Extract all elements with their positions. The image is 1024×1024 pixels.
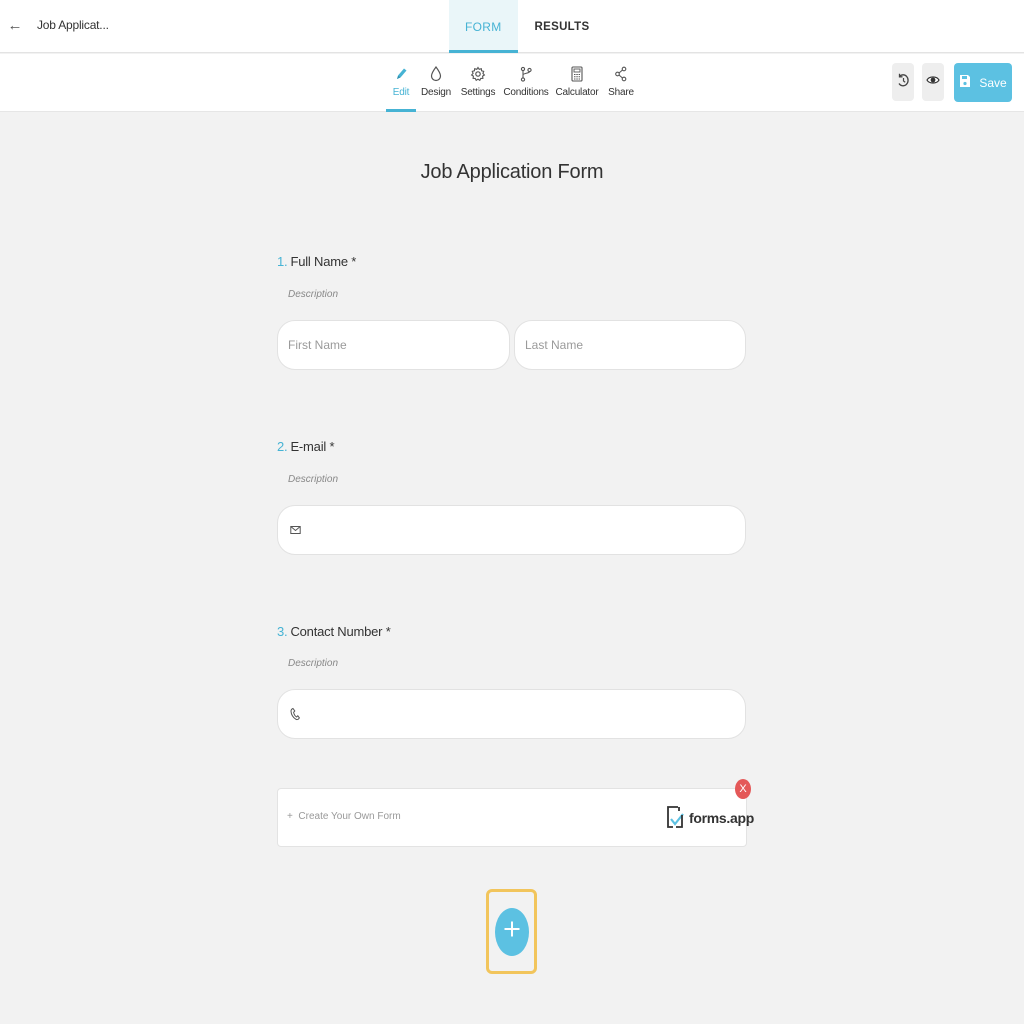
floppy-disk-icon xyxy=(959,74,971,91)
form-title[interactable]: Job Application Form xyxy=(0,161,1024,184)
tool-label: Share xyxy=(608,87,634,98)
question-number: 1. xyxy=(277,254,288,269)
question-description[interactable]: Description xyxy=(288,474,338,485)
question-description[interactable]: Description xyxy=(288,658,338,669)
gear-icon xyxy=(468,64,488,84)
tool-settings[interactable]: Settings xyxy=(456,54,500,112)
back-arrow-icon[interactable]: ← xyxy=(6,15,24,37)
share-icon xyxy=(611,64,631,84)
first-name-input[interactable] xyxy=(288,338,509,352)
calculator-icon xyxy=(567,64,587,84)
eye-icon xyxy=(926,73,940,91)
preview-button[interactable] xyxy=(922,63,944,101)
save-button[interactable]: Save xyxy=(954,63,1012,102)
pencil-icon xyxy=(391,64,411,84)
create-form-link[interactable]: + Create Your Own Form xyxy=(287,811,401,822)
plus-icon: + xyxy=(287,811,293,822)
tool-label: Conditions xyxy=(503,87,549,98)
last-name-input[interactable] xyxy=(525,338,745,352)
last-name-field xyxy=(514,320,746,370)
envelope-icon xyxy=(288,523,302,537)
create-form-label: Create Your Own Form xyxy=(298,811,401,822)
history-icon xyxy=(896,72,910,93)
tool-edit[interactable]: Edit xyxy=(386,54,416,112)
plus-icon xyxy=(503,920,521,943)
branch-icon xyxy=(516,64,536,84)
tool-list: Edit Design Settings Conditions Calculat… xyxy=(386,54,640,112)
email-input[interactable] xyxy=(308,523,745,537)
main-tabs: FORM RESULTS xyxy=(449,0,606,53)
form-title-breadcrumb[interactable]: Job Applicat... xyxy=(37,18,109,32)
question-label-contact-number[interactable]: 3. Contact Number * xyxy=(277,624,391,639)
question-description[interactable]: Description xyxy=(288,289,338,300)
forms-app-logo[interactable]: forms.app xyxy=(665,805,754,831)
add-question-button[interactable] xyxy=(494,907,529,956)
forms-app-logo-icon xyxy=(667,806,684,828)
question-label-email[interactable]: 2. E-mail * xyxy=(277,439,335,454)
phone-input[interactable] xyxy=(308,707,745,721)
history-button[interactable] xyxy=(892,63,914,101)
email-field xyxy=(277,505,746,555)
promo-banner: + Create Your Own Form forms.app xyxy=(277,788,754,847)
tool-conditions[interactable]: Conditions xyxy=(500,54,552,112)
phone-field xyxy=(277,689,746,739)
tab-results[interactable]: RESULTS xyxy=(518,0,607,53)
question-text: Contact Number * xyxy=(290,624,391,639)
question-label-full-name[interactable]: 1. Full Name * xyxy=(277,254,356,269)
close-icon: X xyxy=(739,783,747,795)
first-name-field xyxy=(277,320,510,370)
close-promo-button[interactable]: X xyxy=(735,779,751,799)
save-label: Save xyxy=(979,75,1007,90)
tool-calculator[interactable]: Calculator xyxy=(552,54,602,112)
add-question-highlight xyxy=(486,889,537,974)
phone-icon xyxy=(288,707,302,721)
editor-toolbar: Edit Design Settings Conditions Calculat… xyxy=(0,54,1024,112)
tool-share[interactable]: Share xyxy=(602,54,640,112)
tool-label: Design xyxy=(421,87,451,98)
tool-label: Settings xyxy=(460,87,496,98)
question-number: 3. xyxy=(277,624,288,639)
tool-label: Edit xyxy=(392,87,410,98)
question-text: E-mail * xyxy=(290,439,335,454)
forms-app-brand: forms.app xyxy=(689,810,754,826)
question-text: Full Name * xyxy=(290,254,357,269)
drop-icon xyxy=(426,64,446,84)
question-number: 2. xyxy=(277,439,288,454)
tool-design[interactable]: Design xyxy=(416,54,456,112)
tab-form[interactable]: FORM xyxy=(449,0,518,53)
top-bar: ← Job Applicat... FORM RESULTS xyxy=(0,0,1024,53)
tool-label: Calculator xyxy=(555,87,599,98)
